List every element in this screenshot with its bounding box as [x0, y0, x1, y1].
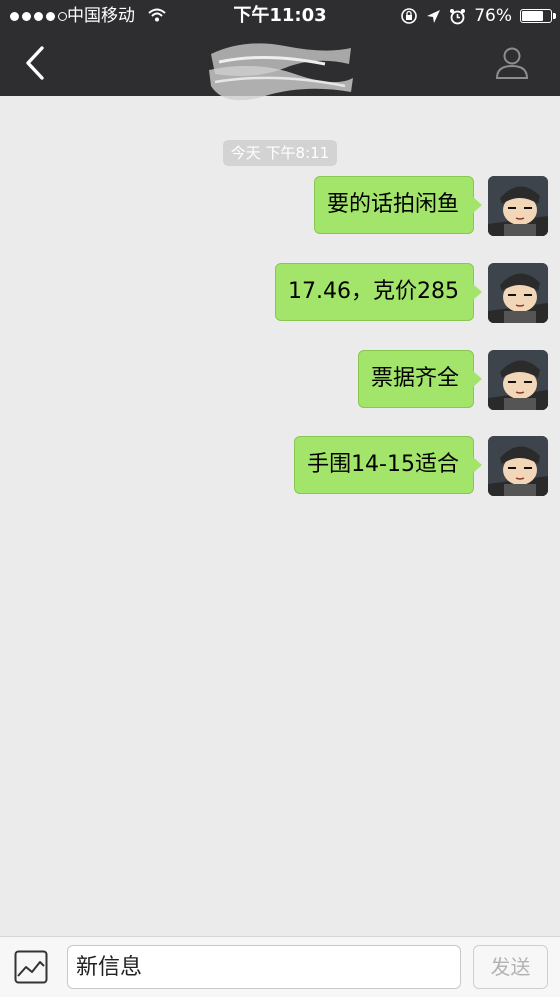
battery-icon [520, 9, 556, 23]
avatar-image [488, 263, 548, 323]
send-button[interactable]: 发送 [473, 945, 548, 989]
message-bubble[interactable]: 票据齐全 [357, 350, 483, 408]
message-bubble[interactable]: 手围14-15适合 [294, 436, 482, 494]
message-text: 17.46，克价285 [288, 279, 459, 304]
top-bar: 中国移动 下午11:03 76% [0, 0, 560, 100]
status-bar: 中国移动 下午11:03 76% [0, 0, 560, 32]
avatar[interactable] [488, 350, 548, 410]
message-bubble[interactable]: 要的话拍闲鱼 [313, 176, 483, 234]
battery-percent: 76% [474, 6, 512, 26]
timestamp-label: 今天 下午8:11 [222, 140, 338, 166]
message-row: 手围14-15适合 [294, 436, 548, 496]
message-row: 要的话拍闲鱼 [313, 176, 548, 236]
message-row: 17.46，克价285 [275, 263, 548, 323]
message-text: 要的话拍闲鱼 [326, 192, 459, 217]
redacted-contact-name [209, 43, 353, 100]
person-icon[interactable] [494, 44, 530, 80]
message-text: 手围14-15适合 [307, 452, 459, 477]
avatar-image [488, 176, 548, 236]
message-text: 票据齐全 [370, 366, 459, 391]
image-icon[interactable] [14, 950, 48, 984]
avatar[interactable] [488, 263, 548, 323]
alarm-icon [450, 8, 466, 24]
composer-bar: 发送 [0, 936, 560, 997]
avatar-image [488, 436, 548, 496]
avatar[interactable] [488, 176, 548, 236]
message-row: 票据齐全 [357, 350, 548, 410]
avatar[interactable] [488, 436, 548, 496]
orientation-lock-icon [401, 8, 418, 24]
message-bubble[interactable]: 17.46，克价285 [275, 263, 482, 321]
avatar-image [488, 350, 548, 410]
conversation-timestamp: 今天 下午8:11 [0, 140, 560, 166]
location-arrow-icon [427, 9, 441, 23]
chevron-left-icon[interactable] [18, 44, 52, 82]
message-input[interactable] [67, 945, 461, 989]
